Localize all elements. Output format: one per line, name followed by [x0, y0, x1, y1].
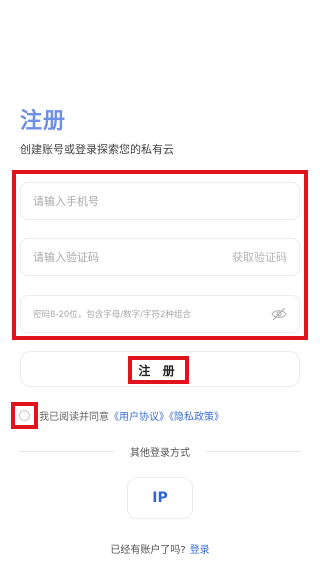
footer: 已经有账户了吗? 登录	[0, 541, 320, 556]
footer-prompt: 已经有账户了吗?	[110, 545, 186, 556]
checkbox-circle-icon	[19, 410, 30, 421]
page-title: 注册	[20, 109, 67, 134]
get-code-button[interactable]: 获取验证码	[232, 249, 287, 265]
login-link[interactable]: 登录	[190, 545, 210, 556]
eye-off-icon[interactable]	[271, 307, 287, 321]
password-field[interactable]: 密码8-20位，包含字母/数字/字符2种组合	[20, 295, 300, 333]
agreement-text: 我已阅读并同意《用户协议》《隐私政策》	[39, 408, 224, 423]
agreement-checkbox[interactable]	[11, 402, 38, 429]
phone-placeholder: 请输入手机号	[33, 195, 99, 208]
password-placeholder: 密码8-20位，包含字母/数字/字符2种组合	[33, 310, 191, 320]
verification-code-placeholder: 请输入验证码	[33, 251, 99, 264]
privacy-policy-link[interactable]: 《隐私政策》	[169, 412, 224, 423]
page-subtitle: 创建账号或登录探索您的私有云	[20, 143, 174, 156]
phone-field[interactable]: 请输入手机号	[20, 182, 300, 220]
verification-code-field[interactable]: 请输入验证码 获取验证码	[20, 238, 300, 276]
ip-login-button[interactable]: IP	[127, 477, 193, 519]
user-agreement-link[interactable]: 《用户协议》	[109, 412, 169, 423]
agreement-prefix: 我已阅读并同意	[39, 412, 109, 423]
other-login-label: 其他登录方式	[130, 448, 190, 459]
register-button-label[interactable]: 注 册	[128, 356, 189, 384]
